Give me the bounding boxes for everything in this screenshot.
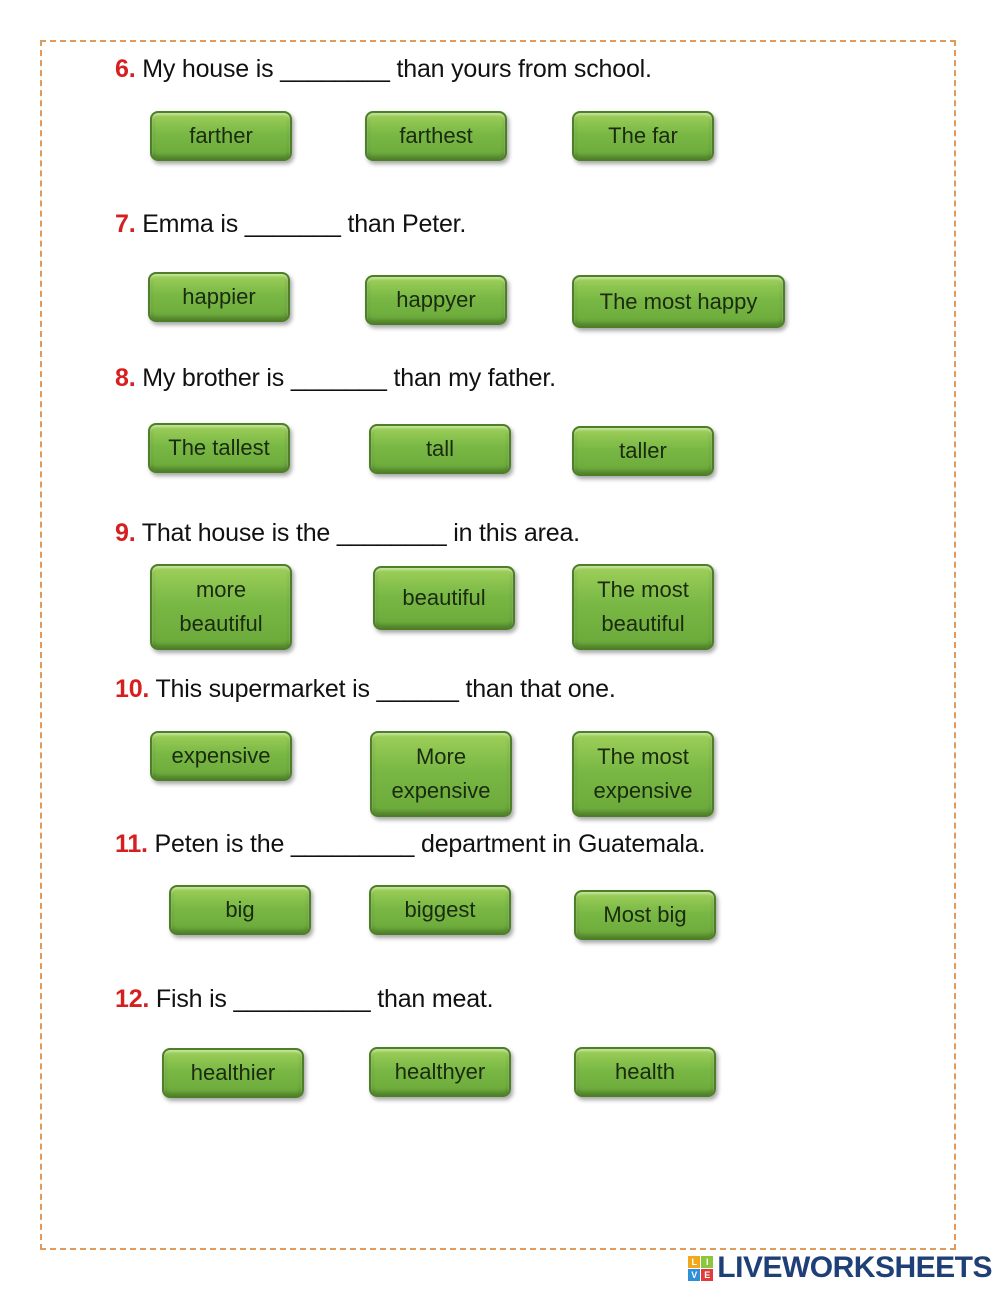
option-button[interactable]: expensive [150, 731, 292, 781]
question-number: 7. [115, 210, 136, 238]
logo-block: L [688, 1255, 701, 1268]
option-button[interactable]: happyer [365, 275, 507, 325]
option-button[interactable]: more beautiful [150, 564, 292, 650]
question-11: 11. Peten is the _________ department in… [115, 830, 705, 859]
option-button[interactable]: The most expensive [572, 731, 714, 817]
logo-block: V [688, 1268, 701, 1281]
question-number: 6. [115, 55, 136, 83]
option-button[interactable]: tall [369, 424, 511, 474]
question-text: Emma is _______ than Peter. [135, 210, 467, 238]
option-button[interactable]: biggest [369, 885, 511, 935]
option-button[interactable]: The tallest [148, 423, 290, 473]
option-button[interactable]: happier [148, 272, 290, 322]
question-number: 9. [115, 519, 136, 547]
logo-block: E [701, 1268, 714, 1281]
question-text: My house is ________ than yours from sch… [135, 55, 652, 83]
question-text: This supermarket is ______ than that one… [149, 675, 616, 703]
option-button[interactable]: big [169, 885, 311, 935]
option-button[interactable]: Most big [574, 890, 716, 940]
question-text: Peten is the _________ department in Gua… [147, 830, 706, 858]
option-button[interactable]: farthest [365, 111, 507, 161]
question-text: Fish is __________ than meat. [149, 985, 494, 1013]
option-button[interactable]: The far [572, 111, 714, 161]
question-number: 10. [115, 675, 150, 703]
question-9: 9. That house is the ________ in this ar… [115, 519, 580, 548]
logo-block: I [701, 1255, 714, 1268]
liveworksheets-logo: L I V E LIVEWORKSHEETS [688, 1251, 992, 1285]
logo-blocks-icon: L I V E [688, 1255, 714, 1281]
question-text: That house is the ________ in this area. [135, 519, 580, 547]
question-text: My brother is _______ than my father. [135, 364, 556, 392]
question-12: 12. Fish is __________ than meat. [115, 985, 494, 1014]
option-button[interactable]: healthyer [369, 1047, 511, 1097]
question-number: 12. [115, 985, 150, 1013]
option-button[interactable]: healthier [162, 1048, 304, 1098]
option-button[interactable]: The most happy [572, 275, 785, 328]
option-button[interactable]: farther [150, 111, 292, 161]
question-8: 8. My brother is _______ than my father. [115, 364, 556, 393]
option-button[interactable]: taller [572, 426, 714, 476]
option-button[interactable]: The most beautiful [572, 564, 714, 650]
option-button[interactable]: beautiful [373, 566, 515, 630]
question-number: 11. [115, 830, 148, 858]
question-6: 6. My house is ________ than yours from … [115, 55, 652, 84]
option-button[interactable]: More expensive [370, 731, 512, 817]
option-button[interactable]: health [574, 1047, 716, 1097]
logo-text: LIVEWORKSHEETS [717, 1251, 992, 1284]
question-10: 10. This supermarket is ______ than that… [115, 675, 616, 704]
question-7: 7. Emma is _______ than Peter. [115, 210, 466, 239]
question-number: 8. [115, 364, 136, 392]
